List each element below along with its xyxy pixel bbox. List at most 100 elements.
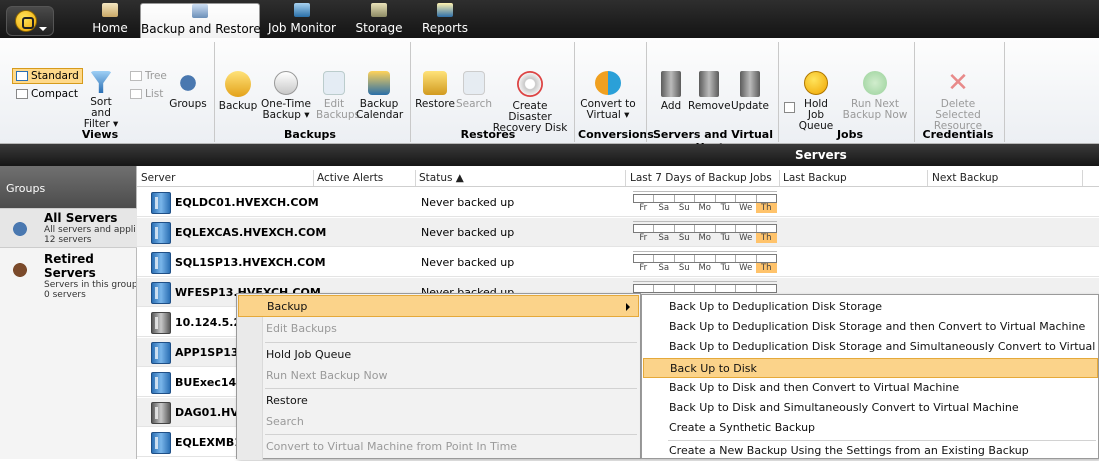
submenu-item-dedup-disk[interactable]: Back Up to Deduplication Disk Storage <box>643 297 1098 317</box>
table-row[interactable]: EQLDC01.HVEXCH.COM Never backed up Fr Sa S… <box>137 188 1099 217</box>
backups-group-label: Backups <box>284 128 336 141</box>
table-row[interactable]: SQL1SP13.HVEXCH.COM Never backed up Fr Sa… <box>137 248 1099 277</box>
ribbon-separator <box>646 42 647 142</box>
submenu-item-new-backup-from-existing[interactable]: Create a New Backup Using the Settings f… <box>643 441 1098 461</box>
list-icon <box>130 89 142 99</box>
calendar-icon <box>368 71 390 95</box>
column-header-status[interactable]: Status ▲ <box>419 172 464 184</box>
app-logo-icon <box>15 10 37 32</box>
column-header-last-backup[interactable]: Last Backup <box>783 172 847 184</box>
backup-button[interactable]: Backup <box>218 71 258 112</box>
server-icon <box>151 372 171 394</box>
group-retired-servers[interactable]: Retired Servers Servers in this group...… <box>0 250 137 300</box>
tab-storage-label: Storage <box>355 21 403 35</box>
submenu-item-dedup-then-convert[interactable]: Back Up to Deduplication Disk Storage an… <box>643 317 1098 337</box>
day-label: Mo <box>698 203 712 213</box>
menu-item-run-next-backup[interactable]: Run Next Backup Now <box>238 365 639 387</box>
backup-submenu: Back Up to Deduplication Disk Storage Ba… <box>641 294 1099 459</box>
table-row[interactable]: EQLEXCAS.HVEXCH.COM Never backed up Fr Sa… <box>137 218 1099 247</box>
submenu-item-disk-then-convert[interactable]: Back Up to Disk and then Convert to Virt… <box>643 378 1098 398</box>
day-label: We <box>739 203 753 213</box>
menu-item-label: Restore <box>266 394 308 407</box>
menu-item-search[interactable]: Search <box>238 411 639 433</box>
menu-item-label: Run Next Backup Now <box>266 369 388 382</box>
backup-history-7-days: Fr Sa Su Mo Tu We Th <box>631 250 781 274</box>
tab-backup-and-restore[interactable]: Backup and Restore <box>140 3 261 38</box>
submenu-item-disk-simultaneous-convert[interactable]: Back Up to Disk and Simultaneously Conve… <box>643 398 1098 418</box>
day-label-today: Th <box>756 203 777 213</box>
view-tree-button[interactable]: Tree <box>130 70 167 82</box>
view-compact-button[interactable]: Compact <box>16 88 78 100</box>
restore-icon <box>423 71 447 95</box>
backup-restore-icon <box>192 4 208 18</box>
tab-home-label: Home <box>92 21 128 35</box>
filter-icon <box>90 71 112 93</box>
servers-header-title: Servers <box>795 148 847 162</box>
groups-title: Groups <box>0 166 136 208</box>
view-list-button[interactable]: List <box>130 88 163 100</box>
column-header-server[interactable]: Server <box>141 172 175 184</box>
view-standard-button[interactable]: Standard <box>12 68 83 84</box>
storage-icon <box>371 3 387 17</box>
groups-button[interactable]: Groups <box>168 71 208 110</box>
submenu-item-label: Back Up to Disk and Simultaneously Conve… <box>669 401 1019 414</box>
ribbon: Standard Compact Sort and Filter ▾ Tree … <box>0 38 1099 154</box>
group-all-servers[interactable]: All Servers All servers and applic... 12… <box>0 208 137 248</box>
day-label: Tu <box>720 203 730 213</box>
create-disaster-recovery-disk-button[interactable]: Create Disaster Recovery Disk <box>492 71 568 134</box>
groups-pane: Groups All Servers All servers and appli… <box>0 166 137 459</box>
server-name: EQLDC01.HVEXCH.COM <box>175 196 319 209</box>
update-server-icon <box>740 71 760 97</box>
one-time-backup-button[interactable]: One-Time Backup ▾ <box>260 71 312 121</box>
menu-item-hold-job-queue[interactable]: Hold Job Queue <box>238 344 639 366</box>
menu-item-convert-to-virtual-machine[interactable]: Convert to Virtual Machine from Point In… <box>238 436 639 458</box>
submenu-item-label: Create a Synthetic Backup <box>669 421 816 434</box>
sort-and-filter-button[interactable]: Sort and Filter ▾ <box>80 71 122 130</box>
group-subtitle: Servers in this group... <box>44 280 136 290</box>
run-next-backup-button[interactable]: Run Next Backup Now <box>842 71 908 121</box>
submenu-item-dedup-simultaneous-convert[interactable]: Back Up to Deduplication Disk Storage an… <box>643 337 1099 357</box>
menu-item-label: Edit Backups <box>266 322 337 335</box>
menu-item-label: Hold Job Queue <box>266 348 352 361</box>
remove-server-button[interactable]: Remove <box>688 71 731 112</box>
column-header-next-backup[interactable]: Next Backup <box>932 172 998 184</box>
search-button[interactable]: Search <box>456 71 492 110</box>
delete-selected-resource-button[interactable]: ✕ Delete Selected Resource <box>918 70 998 132</box>
day-label: Sa <box>658 233 670 243</box>
day-label-today: Th <box>756 263 777 273</box>
backup-calendar-button[interactable]: Backup Calendar <box>356 71 403 121</box>
submenu-item-label: Create a New Backup Using the Settings f… <box>669 444 1029 457</box>
column-header-active-alerts[interactable]: Active Alerts <box>317 172 383 184</box>
add-server-button[interactable]: Add <box>654 71 688 112</box>
menu-item-edit-backups[interactable]: Edit Backups <box>238 318 639 340</box>
server-status: Never backed up <box>421 256 515 269</box>
tab-reports[interactable]: Reports <box>420 3 470 38</box>
reports-icon <box>437 3 453 17</box>
tab-storage[interactable]: Storage <box>355 3 403 38</box>
submenu-item-synthetic-backup[interactable]: Create a Synthetic Backup <box>643 418 1098 438</box>
server-icon <box>151 222 171 244</box>
day-label: Su <box>678 203 690 213</box>
tab-home[interactable]: Home <box>88 3 132 38</box>
all-servers-icon <box>8 217 32 241</box>
convert-to-virtual-button[interactable]: Convert to Virtual ▾ <box>578 71 638 121</box>
day-label: Sa <box>658 203 670 213</box>
update-server-button[interactable]: Update <box>730 71 770 112</box>
column-header-last-7-days[interactable]: Last 7 Days of Backup Jobs <box>630 172 772 184</box>
application-menu-button[interactable] <box>6 6 54 36</box>
submenu-item-back-up-to-disk[interactable]: Back Up to Disk <box>643 358 1098 378</box>
day-label: We <box>739 263 753 273</box>
day-label: Fr <box>639 263 648 273</box>
server-status: Never backed up <box>421 196 515 209</box>
menu-item-restore[interactable]: Restore <box>238 390 639 412</box>
hold-job-queue-button[interactable]: Hold Job Queue <box>796 71 836 132</box>
tab-job-monitor[interactable]: Job Monitor <box>266 3 338 38</box>
edit-backups-button[interactable]: Edit Backups <box>316 71 360 121</box>
view-tree-label: Tree <box>145 70 167 82</box>
restore-button[interactable]: Restore <box>414 71 456 110</box>
menu-item-backup[interactable]: Backup <box>238 295 639 317</box>
search-label: Search <box>456 98 493 110</box>
hold-job-queue-checkbox[interactable] <box>784 102 795 113</box>
groups-label: Groups <box>169 98 207 110</box>
header-divider <box>137 186 1099 187</box>
